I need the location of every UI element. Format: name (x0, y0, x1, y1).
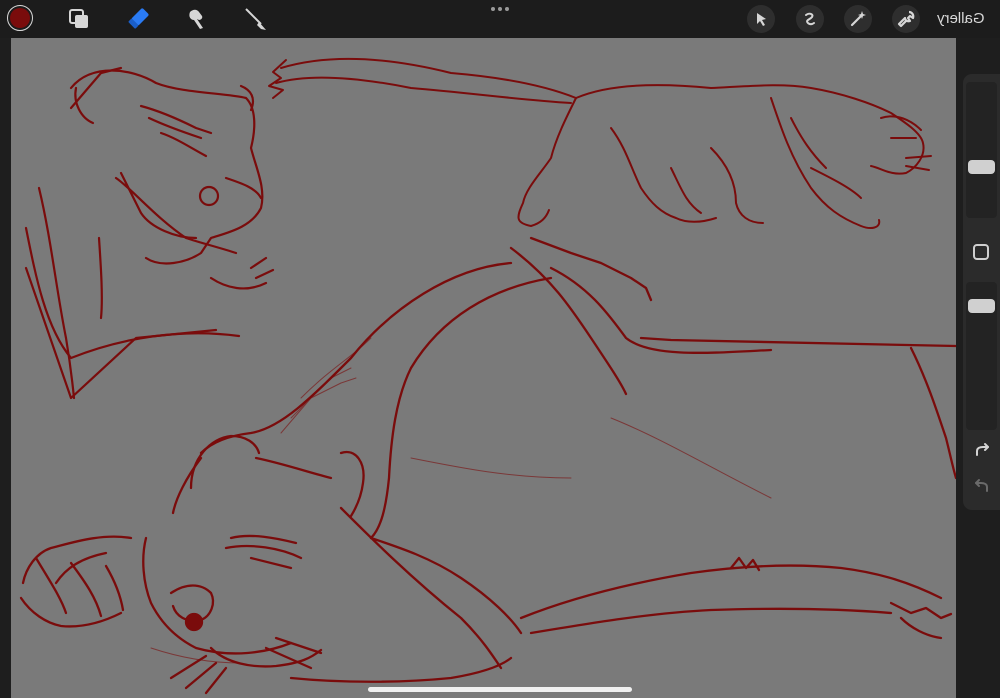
actions-button[interactable] (892, 5, 920, 33)
top-toolbar: Gallery (0, 0, 1000, 38)
transform-icon (805, 12, 815, 26)
layers-button[interactable] (64, 4, 94, 34)
brush-button[interactable] (123, 4, 153, 34)
adjustments-wand-icon (850, 11, 866, 27)
gallery-link[interactable]: Gallery (937, 10, 985, 27)
home-indicator[interactable] (368, 687, 632, 692)
selection-arrow-icon (757, 13, 766, 26)
opacity-slider[interactable] (966, 282, 997, 430)
square-icon[interactable] (973, 244, 989, 260)
side-toolbar (963, 74, 1000, 510)
brush-icon (128, 8, 149, 29)
sketch-artwork (19, 57, 956, 695)
actions-wrench-icon (897, 10, 915, 28)
opacity-thumb[interactable] (968, 298, 995, 313)
current-color (10, 8, 30, 28)
color-swatch-button[interactable] (7, 5, 33, 31)
transform-button[interactable] (796, 5, 824, 33)
eraser-icon (245, 8, 266, 30)
redo-icon[interactable] (972, 442, 992, 460)
procreate-app: Gallery (0, 0, 1000, 698)
smudge-icon (189, 9, 203, 29)
layers-icon (69, 9, 88, 28)
adjustments-button[interactable] (844, 5, 872, 33)
brush-size-thumb[interactable] (968, 160, 995, 175)
undo-icon[interactable] (972, 478, 992, 496)
brush-size-slider[interactable] (966, 82, 997, 218)
eraser-button[interactable] (240, 4, 270, 34)
drawing-canvas[interactable] (11, 38, 956, 698)
smudge-button[interactable] (181, 4, 211, 34)
selection-button[interactable] (747, 5, 775, 33)
more-dots-icon[interactable] (489, 2, 511, 16)
